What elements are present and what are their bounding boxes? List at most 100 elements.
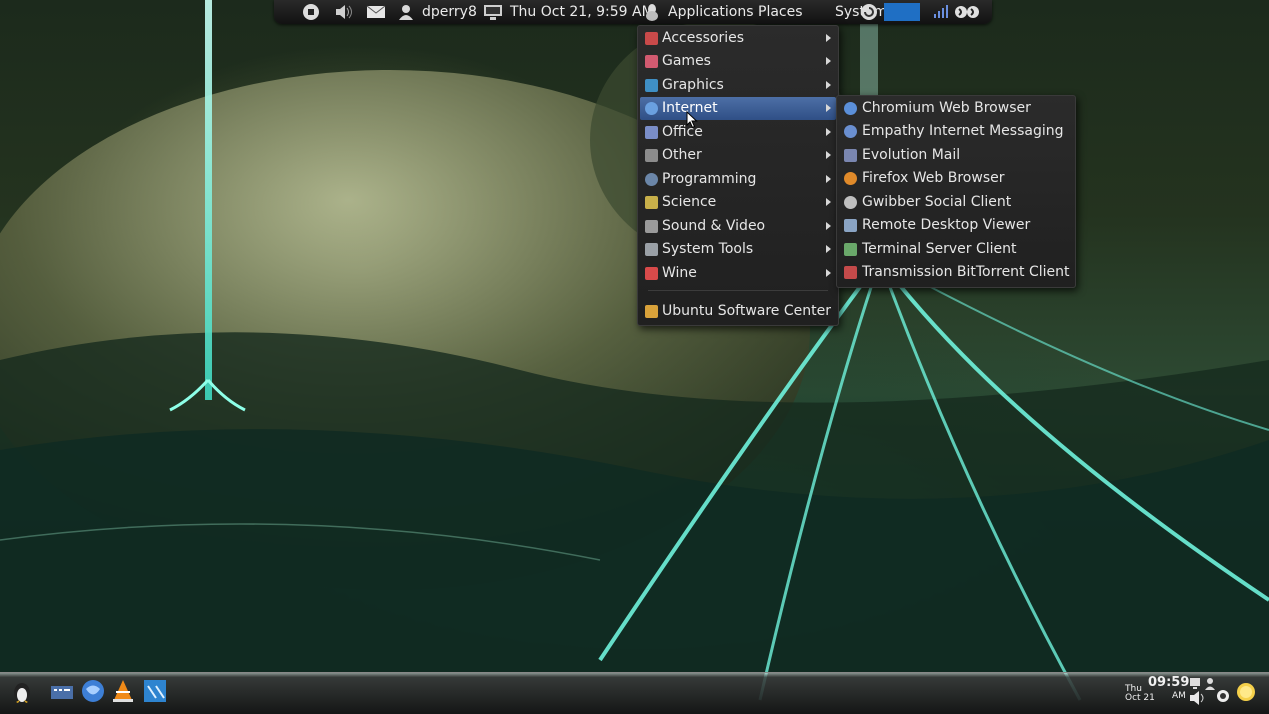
dock-clock[interactable]: 09:59 Thu Oct 21 AM: [1122, 676, 1267, 712]
applications-icon: [644, 0, 660, 24]
file-manager-icon[interactable]: [49, 678, 75, 704]
firefox-icon: [844, 172, 857, 185]
chevron-right-icon: [826, 151, 831, 159]
update-icon[interactable]: [860, 0, 878, 24]
chevron-right-icon: [826, 34, 831, 42]
submenu-item-label: Firefox Web Browser: [862, 170, 1005, 186]
submenu-item-empathy[interactable]: Empathy Internet Messaging: [839, 120, 1073, 143]
indicator-icon[interactable]: [954, 0, 982, 24]
workspace-indicator[interactable]: [884, 3, 920, 21]
submenu-item-label: Transmission BitTorrent Client: [862, 264, 1070, 280]
system-tools-icon: [645, 243, 658, 256]
username-label[interactable]: dperry8: [422, 0, 477, 24]
menu-item-games[interactable]: Games: [640, 50, 836, 73]
submenu-item-transmission[interactable]: Transmission BitTorrent Client: [839, 261, 1073, 284]
submenu-item-chromium[interactable]: Chromium Web Browser: [839, 97, 1073, 120]
menu-item-other[interactable]: Other: [640, 144, 836, 167]
speaker-icon[interactable]: [1188, 690, 1208, 706]
empathy-icon: [844, 125, 857, 138]
accessories-icon: [645, 32, 658, 45]
internet-submenu: Chromium Web Browser Empathy Internet Me…: [836, 95, 1076, 288]
clock-date: Oct 21: [1125, 693, 1155, 703]
science-icon: [645, 196, 658, 209]
mouse-cursor-icon: [686, 111, 698, 129]
clock-label[interactable]: Thu Oct 21, 9:59 AM: [510, 0, 654, 24]
submenu-item-remote-desktop[interactable]: Remote Desktop Viewer: [839, 214, 1073, 237]
games-icon: [645, 55, 658, 68]
menu-item-label: Programming: [662, 171, 757, 187]
other-icon: [645, 149, 658, 162]
programming-icon: [645, 173, 658, 186]
power-icon[interactable]: [302, 0, 320, 24]
applications-menu-button[interactable]: Applications: [668, 0, 754, 24]
menu-item-label: Games: [662, 53, 711, 69]
menu-item-label: Accessories: [662, 30, 745, 46]
menu-item-graphics[interactable]: Graphics: [640, 74, 836, 97]
sun-icon[interactable]: [1234, 680, 1258, 704]
chevron-right-icon: [826, 269, 831, 277]
gwibber-icon: [844, 196, 857, 209]
volume-icon[interactable]: [334, 0, 354, 24]
bottom-dock: [0, 672, 1269, 714]
chevron-right-icon: [826, 222, 831, 230]
submenu-item-label: Empathy Internet Messaging: [862, 123, 1064, 139]
vlc-icon[interactable]: [110, 678, 136, 704]
menu-item-science[interactable]: Science: [640, 191, 836, 214]
top-panel: dperry8 Thu Oct 21, 9:59 AM Applications…: [274, 0, 992, 24]
mail-icon[interactable]: [366, 0, 386, 24]
submenu-item-firefox[interactable]: Firefox Web Browser: [839, 167, 1073, 190]
chevron-right-icon: [826, 81, 831, 89]
submenu-item-evolution[interactable]: Evolution Mail: [839, 144, 1073, 167]
menu-item-office[interactable]: Office: [640, 121, 836, 144]
chevron-right-icon: [826, 104, 831, 112]
tux-launcher-icon[interactable]: [9, 678, 35, 704]
gear-tray-icon[interactable]: [1215, 688, 1231, 704]
terminal-app-icon[interactable]: [142, 678, 168, 704]
chevron-right-icon: [826, 128, 831, 136]
wallpaper-art: [0, 0, 1269, 714]
transmission-icon: [844, 266, 857, 279]
submenu-item-label: Remote Desktop Viewer: [862, 217, 1031, 233]
browser-icon[interactable]: [80, 678, 106, 704]
wine-icon: [645, 267, 658, 280]
user-icon[interactable]: [397, 0, 415, 24]
places-menu-button[interactable]: Places: [758, 0, 803, 24]
chevron-right-icon: [826, 198, 831, 206]
remote-desktop-icon: [844, 219, 857, 232]
menu-item-wine[interactable]: Wine: [640, 262, 836, 285]
menu-item-accessories[interactable]: Accessories: [640, 27, 836, 50]
menu-item-label: Other: [662, 147, 702, 163]
menu-item-label: Wine: [662, 265, 697, 281]
menu-item-label: Science: [662, 194, 717, 210]
submenu-item-label: Evolution Mail: [862, 147, 961, 163]
menu-item-programming[interactable]: Programming: [640, 168, 836, 191]
network-signal-icon[interactable]: [932, 0, 950, 24]
submenu-item-gwibber[interactable]: Gwibber Social Client: [839, 191, 1073, 214]
internet-icon: [645, 102, 658, 115]
desktop-wallpaper: dperry8 Thu Oct 21, 9:59 AM Applications…: [0, 0, 1269, 714]
terminal-server-icon: [844, 243, 857, 256]
menu-item-sound-video[interactable]: Sound & Video: [640, 215, 836, 238]
chevron-right-icon: [826, 175, 831, 183]
graphics-icon: [645, 79, 658, 92]
menu-item-internet[interactable]: Internet: [640, 97, 836, 120]
submenu-item-label: Gwibber Social Client: [862, 194, 1012, 210]
menu-item-label: Graphics: [662, 77, 724, 93]
submenu-item-label: Terminal Server Client: [862, 241, 1017, 257]
menu-item-ubuntu-software-center[interactable]: Ubuntu Software Center: [640, 300, 836, 323]
menu-item-label: System Tools: [662, 241, 754, 257]
evolution-icon: [844, 149, 857, 162]
office-icon: [645, 126, 658, 139]
applications-menu: Accessories Games Graphics Internet Offi…: [637, 25, 839, 326]
submenu-item-label: Chromium Web Browser: [862, 100, 1031, 116]
menu-item-label: Ubuntu Software Center: [662, 303, 831, 319]
menu-item-system-tools[interactable]: System Tools: [640, 238, 836, 261]
sound-video-icon: [645, 220, 658, 233]
menu-separator: [648, 290, 828, 291]
clock-ampm: AM: [1172, 691, 1186, 701]
chromium-icon: [844, 102, 857, 115]
clock-time: 09:59: [1148, 675, 1190, 690]
submenu-item-terminal-server[interactable]: Terminal Server Client: [839, 238, 1073, 261]
chevron-right-icon: [826, 57, 831, 65]
chevron-right-icon: [826, 245, 831, 253]
